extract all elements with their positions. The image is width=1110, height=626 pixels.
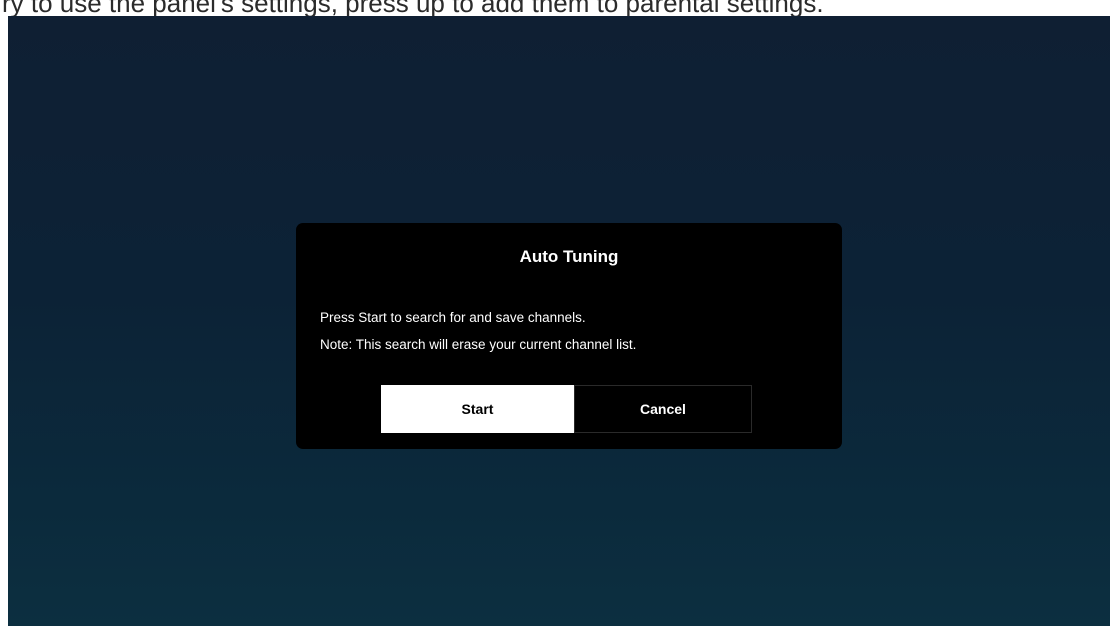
cropped-caption-text: ry to use the panel's settings, press up… <box>2 0 824 16</box>
page-left-margin <box>0 16 8 626</box>
auto-tuning-dialog: Auto Tuning Press Start to search for an… <box>296 223 842 449</box>
dialog-message-note: Note: This search will erase your curren… <box>320 337 637 352</box>
page-top-strip: ry to use the panel's settings, press up… <box>0 0 1110 16</box>
start-button[interactable]: Start <box>381 385 574 433</box>
tv-screen-background: Auto Tuning Press Start to search for an… <box>8 16 1110 626</box>
dialog-message-start: Press Start to search for and save chann… <box>320 310 586 325</box>
cancel-button[interactable]: Cancel <box>574 385 752 433</box>
dialog-title: Auto Tuning <box>519 247 619 266</box>
